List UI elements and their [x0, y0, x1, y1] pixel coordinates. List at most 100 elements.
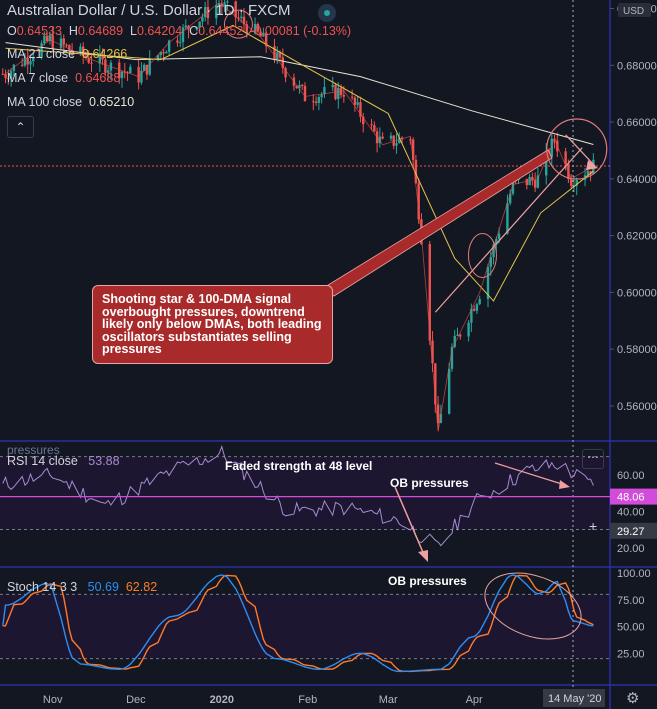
candle-body	[301, 84, 304, 86]
candle-body	[165, 51, 168, 54]
candle-body	[447, 368, 451, 414]
rsi-y-tick-label: 60.00	[617, 470, 645, 482]
candle-body	[395, 143, 398, 146]
candle-body	[90, 62, 93, 64]
close-value: 0.64452	[198, 24, 244, 38]
ma21-legend[interactable]: MA 21 close 0.64266	[7, 47, 127, 61]
candle-body	[148, 58, 151, 75]
candle-body	[350, 96, 354, 98]
high-label: H	[68, 24, 78, 38]
open-label: O	[7, 24, 17, 38]
x-tick-label: 2020	[210, 694, 234, 706]
rsi-y-tick-label: 20.00	[617, 543, 645, 555]
open-value: 0.64533	[16, 24, 62, 38]
candle-body	[389, 135, 393, 139]
candle-body	[314, 101, 318, 103]
candle-body	[506, 203, 509, 234]
candle-body	[162, 52, 165, 54]
candle-body	[472, 308, 476, 311]
stoch-d-value: 62.82	[125, 580, 158, 594]
candle-body	[353, 97, 357, 105]
rsi-value-badge-label: 29.27	[617, 526, 645, 538]
candle-body	[129, 66, 132, 74]
ma7-label: MA 7 close	[7, 71, 69, 85]
rsi-ob-note: OB pressures	[390, 476, 469, 490]
y-tick-label: 0.66000	[617, 117, 657, 129]
candle-body	[467, 322, 470, 337]
x-tick-label: Feb	[298, 694, 317, 706]
y-tick-label: 0.64000	[617, 174, 657, 186]
low-value: 0.64204	[137, 24, 183, 38]
stoch-band	[0, 594, 610, 659]
candle-body	[65, 44, 68, 46]
ma100-legend[interactable]: MA 100 close 0.65210	[7, 95, 134, 109]
ma21-label: MA 21 close	[7, 47, 76, 61]
x-tick-label: Mar	[379, 694, 398, 706]
candle-body	[1, 73, 4, 75]
candle-body	[317, 97, 321, 103]
rsi-value: 53.88	[88, 454, 120, 468]
ma7-value: 0.64688	[75, 71, 121, 85]
candle-body	[320, 94, 323, 98]
candle-body	[459, 334, 462, 337]
rsi-y-tick-label: 40.00	[617, 506, 645, 518]
candle-body	[475, 304, 479, 311]
candle-body	[337, 87, 340, 100]
close-label: C	[189, 24, 199, 38]
y-tick-label: 0.62000	[617, 231, 657, 243]
analysis-callout: Shooting star & 100-DMA signal overbough…	[92, 285, 333, 364]
rsi-faded-note: Faded strength at 48 level	[225, 459, 373, 473]
candle-body	[20, 64, 24, 66]
candle-body	[564, 151, 567, 165]
x-tick-label: Dec	[126, 694, 146, 706]
y-tick-label: 0.68000	[617, 60, 657, 72]
gear-icon[interactable]: ⚙	[626, 689, 639, 707]
candle-body	[373, 125, 376, 132]
source-label: FXCM	[247, 2, 291, 19]
interval-label[interactable]: 1D	[215, 2, 234, 19]
candle-body	[303, 85, 307, 102]
market-status-icon	[318, 4, 336, 22]
low-label: L	[130, 24, 137, 38]
ma100-label: MA 100 close	[7, 95, 83, 109]
candle-body	[381, 136, 384, 139]
candle-body	[62, 38, 65, 45]
symbol-title[interactable]: Australian Dollar / U.S. Dollar	[7, 2, 202, 19]
y-tick-label: 0.60000	[617, 287, 657, 299]
ma100-value: 0.65210	[89, 95, 135, 109]
plus-icon[interactable]: +	[589, 518, 597, 534]
stoch-y-tick-label: 25.00	[617, 648, 645, 660]
candle-body	[392, 135, 395, 146]
x-tick-label: Nov	[43, 694, 63, 706]
stoch-label: Stoch 14 3 3	[7, 580, 78, 594]
stoch-k-value: 50.69	[87, 580, 119, 594]
ma7-legend[interactable]: MA 7 close 0.64688	[7, 71, 120, 85]
candle-body	[331, 84, 334, 88]
ma21-value: 0.64266	[82, 47, 128, 61]
stoch-y-tick-label: 100.00	[617, 568, 651, 580]
symbol-title-row: Australian Dollar / U.S. Dollar · 1D · F…	[7, 2, 291, 19]
stoch-legend[interactable]: Stoch 14 3 3 50.69 62.82	[7, 580, 157, 594]
y-tick-label: 0.56000	[617, 401, 657, 413]
y-tick-label: 0.58000	[617, 344, 657, 356]
rsi-legend[interactable]: RSI 14 close 53.88	[7, 454, 120, 468]
candle-body	[342, 95, 346, 97]
stoch-ob-note: OB pressures	[388, 574, 467, 588]
rsi-level-badge-label: 48.06	[617, 492, 645, 504]
chevron-up-icon[interactable]: ⌃	[7, 116, 34, 138]
candle-body	[356, 102, 359, 105]
candle-body	[179, 42, 182, 44]
x-tick-label: Apr	[466, 694, 483, 706]
rsi-label: RSI 14 close	[7, 454, 78, 468]
stoch-y-tick-label: 75.00	[617, 595, 645, 607]
candle-body	[525, 178, 529, 186]
candle-body	[120, 71, 124, 79]
ohlc-row: O0.64533 H0.64689 L0.64204 C0.64452 -0.0…	[7, 24, 351, 38]
candle-body	[312, 101, 315, 103]
more-icon[interactable]: ⋯	[582, 449, 604, 469]
candle-body	[569, 179, 573, 186]
change-value: -0.00081 (-0.13%)	[250, 24, 352, 38]
high-value: 0.64689	[77, 24, 124, 38]
candle-body	[478, 298, 481, 305]
stoch-y-tick-label: 50.00	[617, 622, 645, 634]
